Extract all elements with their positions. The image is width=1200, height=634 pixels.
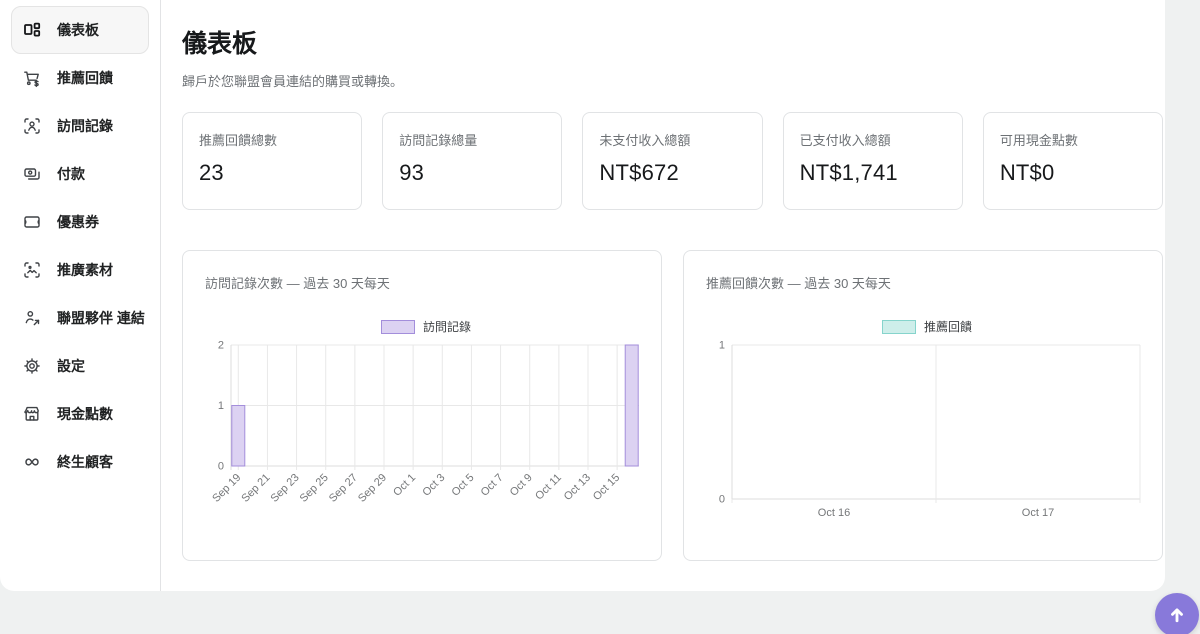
cart-dollar-icon bbox=[22, 68, 42, 88]
y-axis-tick-label: 1 bbox=[719, 340, 725, 352]
y-axis-tick-label: 2 bbox=[218, 340, 224, 352]
stat-card-visits-total: 訪問記錄總量 93 bbox=[382, 112, 562, 210]
stat-card-paid-earnings: 已支付收入總額 NT$1,741 bbox=[783, 112, 963, 210]
partner-link-icon bbox=[22, 308, 42, 328]
x-axis-tick-label: Oct 3 bbox=[420, 472, 447, 499]
sidebar-item-settings[interactable]: 設定 bbox=[11, 342, 149, 390]
page-title: 儀表板 bbox=[182, 24, 1163, 60]
page-subtitle: 歸戶於您聯盟會員連結的購買或轉換。 bbox=[182, 71, 1163, 90]
sidebar-item-label: 終生顧客 bbox=[57, 452, 113, 472]
x-axis-tick-label: Sep 29 bbox=[356, 472, 389, 505]
bar-sep-19 bbox=[232, 406, 245, 467]
dashboard-icon bbox=[22, 20, 42, 40]
stat-card-referral-total: 推薦回饋總數 23 bbox=[182, 112, 362, 210]
infinity-icon bbox=[22, 452, 42, 472]
stats-row: 推薦回饋總數 23 訪問記錄總量 93 未支付收入總額 NT$672 已支付收入… bbox=[182, 112, 1163, 210]
stat-value: NT$672 bbox=[599, 160, 745, 186]
x-axis-tick-label: Oct 7 bbox=[479, 472, 506, 499]
sidebar-item-label: 推薦回饋 bbox=[57, 68, 113, 88]
gear-icon bbox=[22, 356, 42, 376]
x-axis-tick-label: Sep 21 bbox=[239, 472, 272, 505]
stat-label: 可用現金點數 bbox=[1000, 130, 1146, 149]
arrow-up-icon bbox=[1166, 604, 1188, 626]
visits-bar-chart: 012Sep 19Sep 21Sep 23Sep 25Sep 27Sep 29O… bbox=[205, 339, 647, 521]
x-axis-tick-label: Oct 16 bbox=[818, 507, 850, 519]
visits-chart-card: 訪問記錄次數 — 過去 30 天每天 訪問記錄 012Sep 19Sep 21S… bbox=[182, 250, 662, 561]
referrals-chart-card: 推薦回饋次數 — 過去 30 天每天 推薦回饋 0 1 Oct 16 Oct 17 bbox=[683, 250, 1163, 561]
x-axis-tick-label: Sep 19 bbox=[210, 472, 243, 505]
visitor-frame-icon bbox=[22, 116, 42, 136]
x-axis-tick-label: Oct 13 bbox=[562, 472, 593, 503]
chart-legend: 推薦回饋 bbox=[706, 318, 1148, 335]
y-axis-tick-label: 0 bbox=[719, 494, 725, 506]
scroll-to-top-button[interactable] bbox=[1155, 593, 1199, 634]
sidebar-item-label: 儀表板 bbox=[57, 20, 99, 40]
sidebar-item-label: 推廣素材 bbox=[57, 260, 113, 280]
sidebar-item-label: 訪問記錄 bbox=[57, 116, 113, 136]
dashboard-page: { "app": { "background": "#eff1f1", "sur… bbox=[0, 0, 1200, 634]
referrals-bar-chart: 0 1 Oct 16 Oct 17 bbox=[706, 339, 1148, 521]
stat-label: 未支付收入總額 bbox=[599, 130, 745, 149]
sidebar-item-label: 聯盟夥伴 連結 bbox=[57, 308, 145, 328]
sidebar-item-referrals[interactable]: 推薦回饋 bbox=[11, 54, 149, 102]
charts-row: 訪問記錄次數 — 過去 30 天每天 訪問記錄 012Sep 19Sep 21S… bbox=[182, 250, 1163, 561]
stat-label: 推薦回饋總數 bbox=[199, 130, 345, 149]
sidebar-item-visits[interactable]: 訪問記錄 bbox=[11, 102, 149, 150]
y-axis-tick-label: 1 bbox=[218, 400, 224, 412]
x-axis-tick-label: Oct 5 bbox=[449, 472, 476, 499]
x-axis-tick-label: Oct 9 bbox=[508, 472, 535, 499]
sidebar-item-cash-points[interactable]: 現金點數 bbox=[11, 390, 149, 438]
stat-label: 訪問記錄總量 bbox=[399, 130, 545, 149]
sidebar-item-dashboard[interactable]: 儀表板 bbox=[11, 6, 149, 54]
stat-label: 已支付收入總額 bbox=[800, 130, 946, 149]
x-axis-tick-label: Oct 15 bbox=[591, 472, 622, 503]
sidebar-item-label: 優惠券 bbox=[57, 212, 99, 232]
sidebar: 儀表板 推薦回饋 bbox=[0, 0, 161, 591]
chart-title: 訪問記錄次數 — 過去 30 天每天 bbox=[205, 273, 647, 292]
x-axis-tick-label: Sep 23 bbox=[269, 472, 302, 505]
x-axis-tick-label: Sep 25 bbox=[298, 472, 331, 505]
sidebar-item-label: 付款 bbox=[57, 164, 85, 184]
legend-swatch bbox=[381, 320, 415, 334]
x-axis-tick-label: Sep 27 bbox=[327, 472, 360, 505]
x-axis-tick-label: Oct 17 bbox=[1022, 507, 1054, 519]
stat-value: NT$1,741 bbox=[800, 160, 946, 186]
main-surface: 儀表板 推薦回饋 bbox=[0, 0, 1165, 591]
stat-card-available-cash-points: 可用現金點數 NT$0 bbox=[983, 112, 1163, 210]
legend-label: 推薦回饋 bbox=[924, 318, 972, 335]
legend-label: 訪問記錄 bbox=[423, 318, 471, 335]
sidebar-item-label: 現金點數 bbox=[57, 404, 113, 424]
chart-title: 推薦回饋次數 — 過去 30 天每天 bbox=[706, 273, 1148, 292]
storefront-icon bbox=[22, 404, 42, 424]
stat-value: 93 bbox=[399, 160, 545, 186]
sidebar-item-marketing-assets[interactable]: 推廣素材 bbox=[11, 246, 149, 294]
x-axis-tick-label: Oct 11 bbox=[533, 472, 564, 503]
payment-cards-icon bbox=[22, 164, 42, 184]
sidebar-item-label: 設定 bbox=[57, 356, 85, 376]
legend-swatch bbox=[882, 320, 916, 334]
x-axis-tick-label: Oct 1 bbox=[391, 472, 418, 499]
bar-oct-16 bbox=[625, 345, 638, 466]
sidebar-item-coupons[interactable]: 優惠券 bbox=[11, 198, 149, 246]
sidebar-item-payments[interactable]: 付款 bbox=[11, 150, 149, 198]
chart-legend: 訪問記錄 bbox=[205, 318, 647, 335]
stat-value: NT$0 bbox=[1000, 160, 1146, 186]
stat-value: 23 bbox=[199, 160, 345, 186]
media-frame-icon bbox=[22, 260, 42, 280]
y-axis-tick-label: 0 bbox=[218, 461, 224, 473]
coupon-icon bbox=[22, 212, 42, 232]
sidebar-item-affiliate-links[interactable]: 聯盟夥伴 連結 bbox=[11, 294, 149, 342]
stat-card-unpaid-earnings: 未支付收入總額 NT$672 bbox=[582, 112, 762, 210]
main-content: 儀表板 歸戶於您聯盟會員連結的購買或轉換。 推薦回饋總數 23 訪問記錄總量 9… bbox=[161, 0, 1183, 591]
sidebar-item-lifetime-customers[interactable]: 終生顧客 bbox=[11, 438, 149, 486]
